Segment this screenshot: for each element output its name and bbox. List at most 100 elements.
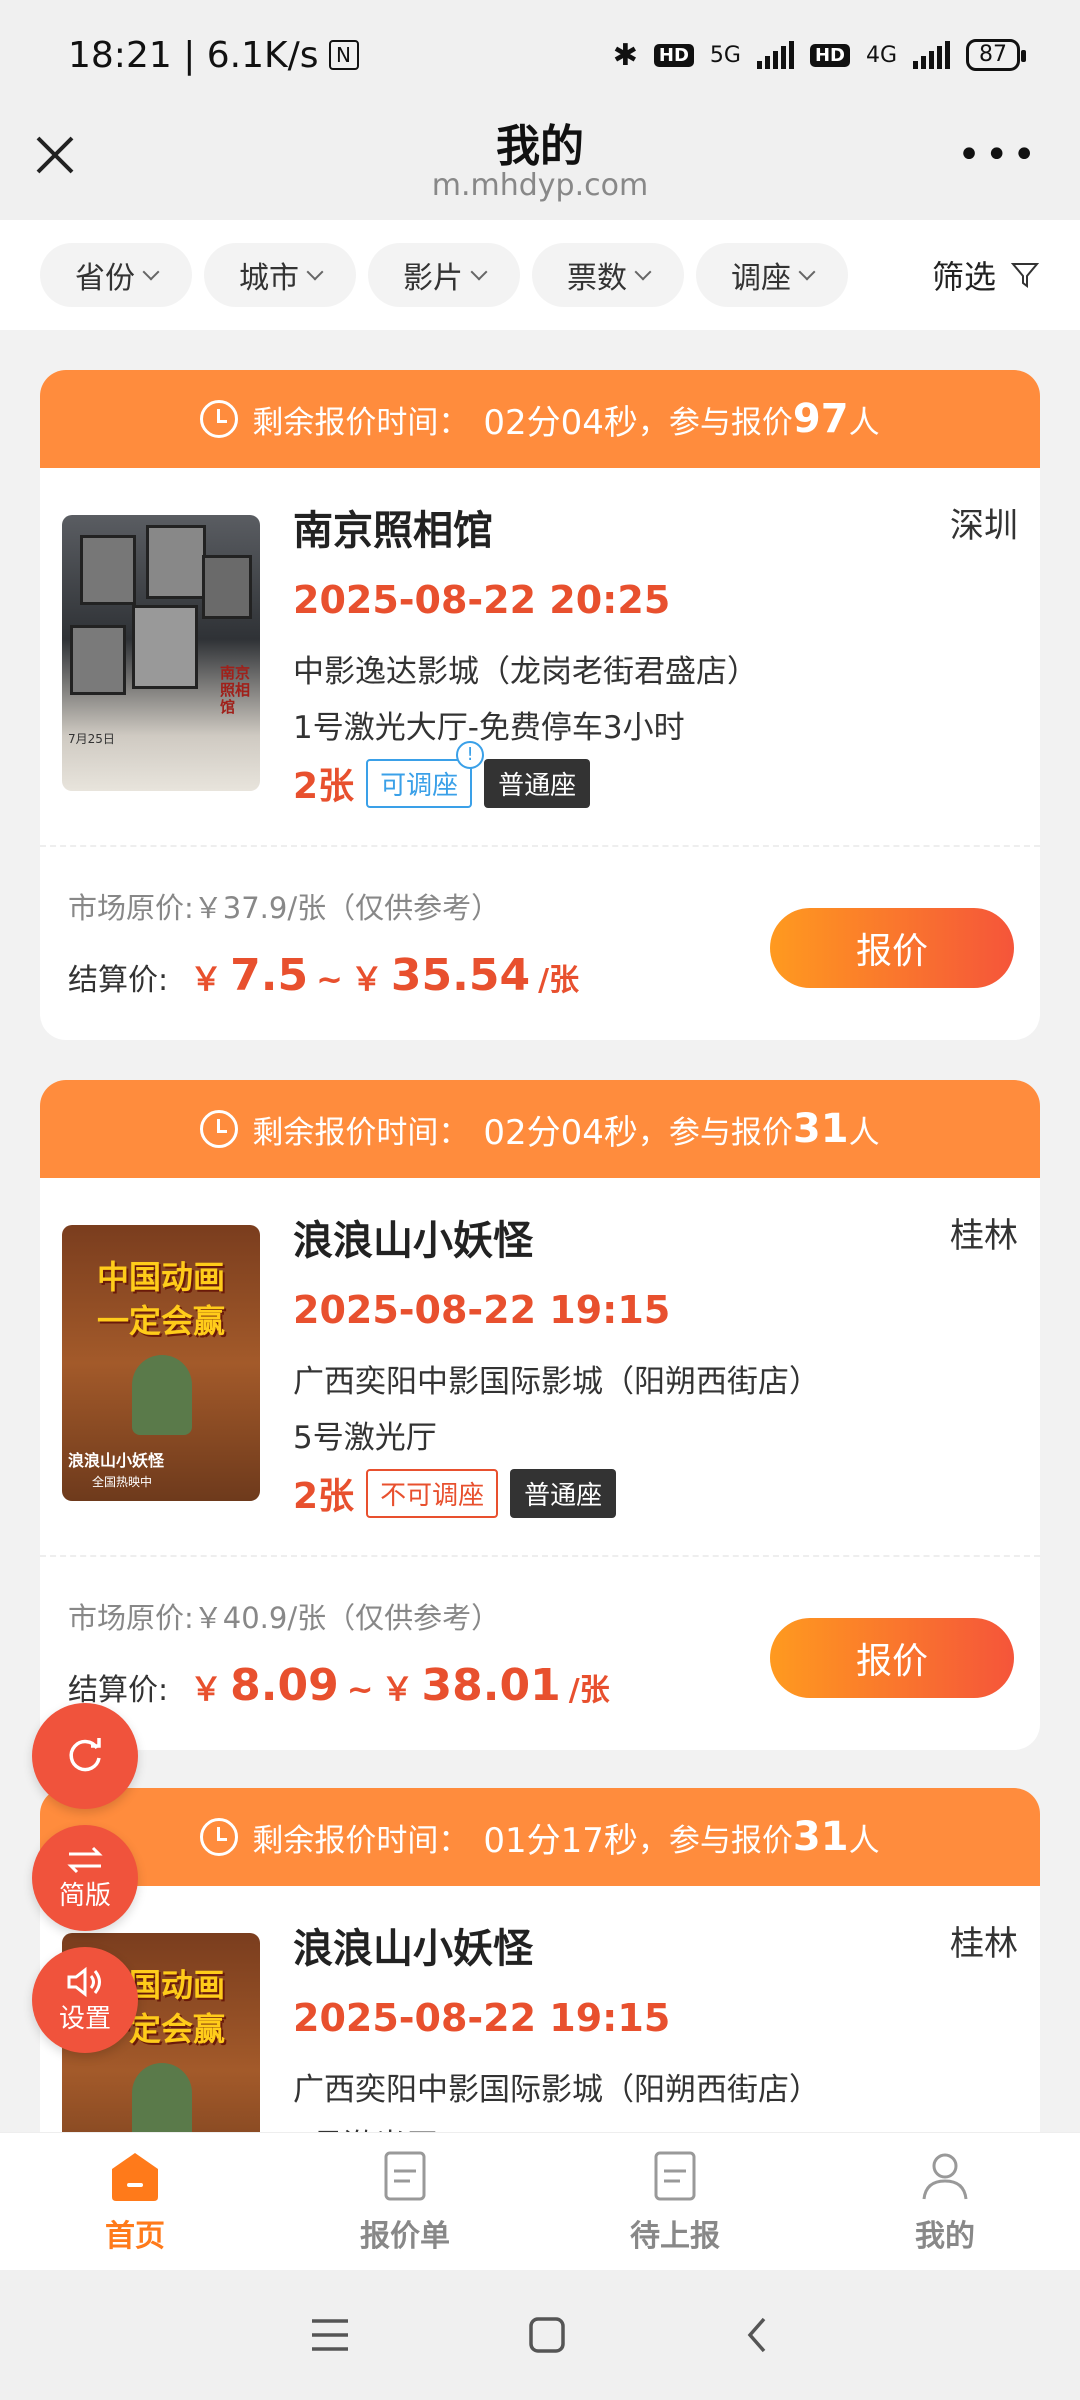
- order-card[interactable]: 剩余报价时间： 01分17秒 ，参与报价 31 人 中国动画 一定会赢 浪浪山小妖怪 桂…: [40, 1788, 1040, 2132]
- ticket-count: 2张: [293, 766, 355, 807]
- clock-icon: [200, 1110, 239, 1148]
- menu-icon[interactable]: [308, 2315, 352, 2355]
- banner-participate: ，参与报价: [637, 404, 793, 441]
- document-icon: [654, 2151, 696, 2200]
- bluetooth-icon: ✱: [612, 37, 638, 73]
- price-high: 38.01: [421, 1660, 561, 1711]
- system-nav-bar: [0, 2270, 1080, 2400]
- filter-tickets[interactable]: 票数: [532, 243, 684, 307]
- chevron-down-icon: [634, 263, 652, 281]
- movie-title: 南京照相馆: [293, 508, 493, 554]
- cinema-name: 广西奕阳中影国际影城（阳朔西街店）: [293, 2072, 820, 2108]
- filter-seat-adjust[interactable]: 调座: [696, 243, 848, 307]
- filter-label: 票数: [567, 261, 627, 296]
- tab-label: 报价单: [360, 2218, 450, 2254]
- movie-poster[interactable]: 中国动画 一定会赢 浪浪山小妖怪 全国热映中: [62, 1225, 260, 1501]
- poster-title: 南京照相馆: [220, 664, 251, 716]
- swap-icon: [67, 1846, 103, 1873]
- seat-adjust-tag: 不可调座: [366, 1468, 499, 1518]
- currency-symbol: ￥: [381, 1670, 414, 1708]
- order-card[interactable]: 剩余报价时间： 02分04秒 ，参与报价 97 人 南京照相馆 7月25日 南京照相馆 …: [40, 370, 1040, 1040]
- funnel-icon: [1010, 263, 1040, 288]
- simple-mode-label: 简版: [58, 1880, 111, 1911]
- user-icon: [922, 2153, 968, 2199]
- city-label: 桂林: [950, 1924, 1018, 1964]
- city-label: 桂林: [950, 1216, 1018, 1256]
- countdown-banner: 剩余报价时间： 02分04秒 ，参与报价 97 人: [40, 370, 1040, 468]
- poster-portrait: [70, 625, 126, 695]
- seat-adjust-tag: 可调座!: [366, 740, 485, 808]
- battery-icon: 87: [966, 39, 1026, 71]
- market-price: 市场原价:￥37.9/张（仅供参考）: [68, 891, 501, 925]
- more-icon[interactable]: •••: [957, 132, 1040, 178]
- back-icon[interactable]: [742, 2315, 772, 2355]
- tab-quotes[interactable]: 报价单: [270, 2133, 540, 2270]
- hd-badge-2: HD: [809, 43, 850, 67]
- simple-mode-button[interactable]: 简版: [32, 1825, 138, 1931]
- home-icon: [112, 2152, 158, 2201]
- nfc-icon: N: [328, 40, 359, 70]
- refresh-icon: [69, 1738, 101, 1772]
- ticket-count: 2张: [293, 1476, 355, 1517]
- network-4g-label: 4G: [865, 42, 897, 68]
- tab-profile[interactable]: 我的: [810, 2133, 1080, 2270]
- remaining-time: 01分17秒: [483, 1820, 638, 1861]
- home-square-icon[interactable]: [527, 2315, 567, 2355]
- filter-bar: 省份 城市 影片 票数 调座 筛选: [0, 220, 1080, 330]
- countdown-banner: 剩余报价时间： 01分17秒 ，参与报价 31 人: [40, 1788, 1040, 1886]
- banner-participate: ，参与报价: [637, 1822, 793, 1859]
- price-low: 8.09: [230, 1660, 339, 1711]
- settings-button[interactable]: 设置: [32, 1947, 138, 2053]
- seat-adjust-label: 可调座: [380, 770, 459, 801]
- status-bar: 18:21 | 6.1K/s N ✱ HD 5G HD 4G 87: [0, 0, 1080, 110]
- banner-prefix: 剩余报价时间：: [252, 1822, 470, 1859]
- settlement-price: 结算价: ￥ 7.5 ~ ￥ 35.54/张: [68, 950, 579, 1001]
- tab-pending[interactable]: 待上报: [540, 2133, 810, 2270]
- filter-label: 影片: [403, 261, 463, 296]
- filter-button-label: 筛选: [931, 258, 996, 296]
- hall-name: 5号激光厅: [293, 1420, 437, 1456]
- movie-poster[interactable]: 南京照相馆 7月25日: [62, 515, 260, 791]
- poster-title: 浪浪山小妖怪: [68, 1451, 165, 1470]
- hall-name: 1号激光大厅-免费停车3小时: [293, 710, 685, 746]
- chevron-down-icon: [798, 263, 816, 281]
- quote-button[interactable]: 报价: [770, 908, 1014, 988]
- poster-date: 7月25日: [68, 732, 115, 746]
- filter-button[interactable]: 筛选: [932, 252, 1040, 298]
- clock-icon: [200, 1818, 239, 1856]
- filter-movie[interactable]: 影片: [368, 243, 520, 307]
- banner-people: 人: [848, 404, 880, 441]
- participant-count: 31: [792, 1106, 849, 1152]
- clock-icon: [200, 400, 239, 438]
- showtime: 2025-08-22 20:25: [293, 578, 671, 622]
- tab-home[interactable]: 首页: [0, 2133, 270, 2270]
- remaining-time: 02分04秒: [483, 402, 638, 443]
- quote-button[interactable]: 报价: [770, 1618, 1014, 1698]
- countdown-banner: 剩余报价时间： 02分04秒 ，参与报价 31 人: [40, 1080, 1040, 1178]
- chevron-down-icon: [306, 263, 324, 281]
- info-icon[interactable]: !: [456, 740, 485, 769]
- hd-badge: HD: [653, 43, 694, 67]
- poster-character: [132, 1355, 192, 1435]
- participant-count: 97: [792, 396, 849, 442]
- banner-people: 人: [848, 1114, 880, 1151]
- refresh-button[interactable]: [32, 1703, 138, 1809]
- showtime: 2025-08-22 19:15: [293, 1996, 671, 2040]
- ticket-info: 2张 不可调座 普通座: [293, 1467, 617, 1519]
- status-time: 18:21 | 6.1K/s: [68, 34, 319, 76]
- market-price: 市场原价:￥40.9/张（仅供参考）: [68, 1601, 501, 1635]
- app-header: 我的 m.mhdyp.com •••: [0, 110, 1080, 220]
- order-card[interactable]: 剩余报价时间： 02分04秒 ，参与报价 31 人 中国动画 一定会赢 浪浪山小妖怪 全…: [40, 1080, 1040, 1750]
- page-url: m.mhdyp.com: [431, 168, 649, 203]
- currency-symbol: ￥: [190, 1670, 223, 1708]
- banner-people: 人: [848, 1822, 880, 1859]
- filter-city[interactable]: 城市: [204, 243, 356, 307]
- order-list: 剩余报价时间： 02分04秒 ，参与报价 97 人 南京照相馆 7月25日 南京照相馆 …: [0, 330, 1080, 2132]
- network-5g-label: 5G: [709, 42, 741, 68]
- filter-label: 城市: [239, 261, 299, 296]
- filter-province[interactable]: 省份: [40, 243, 192, 307]
- city-label: 深圳: [950, 506, 1018, 546]
- tab-label: 待上报: [630, 2218, 720, 2254]
- settle-label: 结算价:: [68, 963, 169, 998]
- cinema-name: 广西奕阳中影国际影城（阳朔西街店）: [293, 1364, 820, 1400]
